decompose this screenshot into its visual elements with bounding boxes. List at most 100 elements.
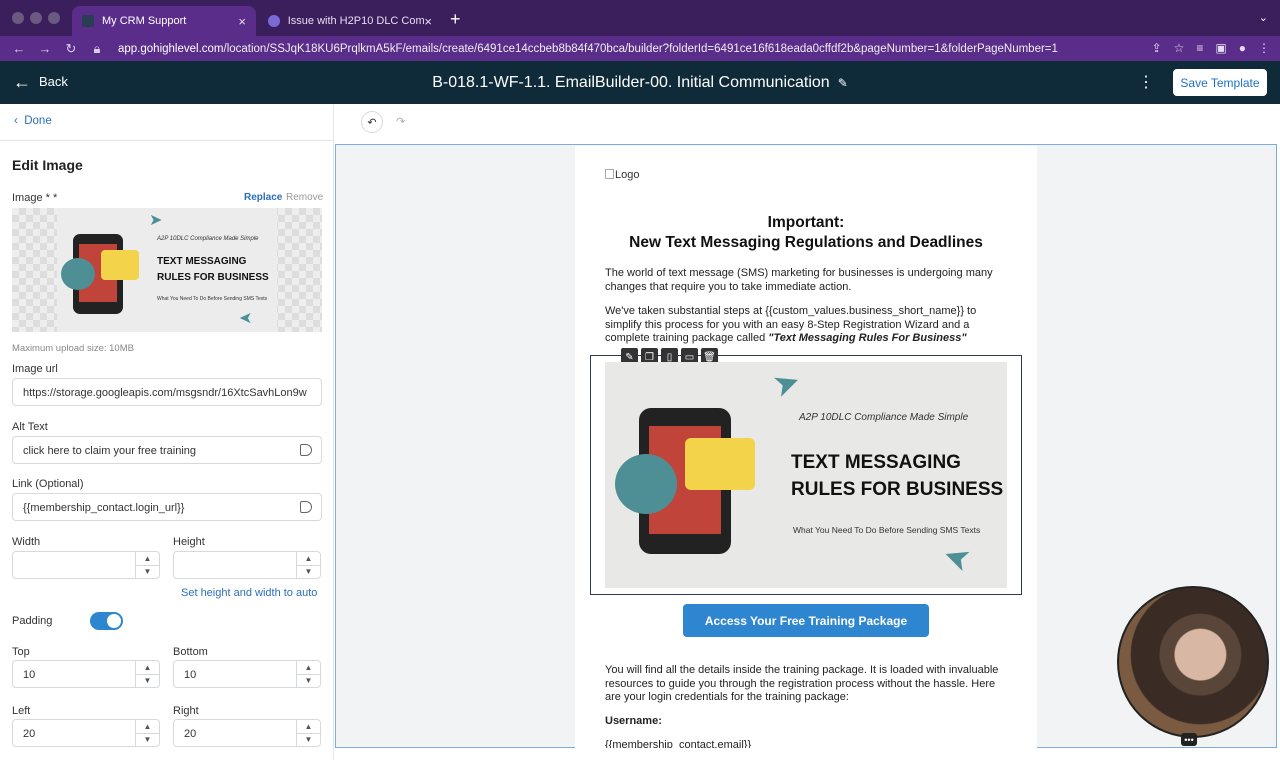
padding-left-value: 20: [23, 728, 36, 740]
hero-title-2: RULES FOR BUSINESS: [791, 479, 1004, 500]
back-arrow-icon[interactable]: ←: [12, 41, 26, 56]
chevron-down-icon[interactable]: ▼: [297, 675, 320, 688]
menu-icon[interactable]: ⋮: [1258, 41, 1270, 55]
profile-icon[interactable]: ●: [1239, 41, 1246, 55]
tag-icon[interactable]: [300, 444, 312, 456]
save-template-button[interactable]: Save Template: [1173, 69, 1267, 96]
selected-image-block[interactable]: ✎ ❐ ▯ ▭ 🗑︎ A2P 10DLC Compliance Made Sim…: [590, 348, 1022, 595]
left-stepper[interactable]: ▲ ▼: [135, 720, 159, 746]
close-tab-icon[interactable]: ×: [424, 14, 432, 29]
right-stepper[interactable]: ▲ ▼: [296, 720, 320, 746]
chevron-down-icon[interactable]: ▼: [136, 566, 159, 579]
logo-alt-text: Logo: [615, 169, 640, 181]
height-stepper[interactable]: ▲ ▼: [296, 552, 320, 578]
email-hero-image[interactable]: A2P 10DLC Compliance Made Simple TEXT ME…: [605, 362, 1007, 588]
chevron-up-icon[interactable]: ▲: [297, 552, 320, 566]
tab-issue[interactable]: Issue with H2P10 DLC Complia ×: [258, 6, 442, 36]
undo-icon[interactable]: ↶: [361, 111, 383, 133]
chevron-up-icon[interactable]: ▲: [136, 720, 159, 734]
username-value[interactable]: {{membership_contact.email}}: [605, 739, 751, 748]
padding-toggle[interactable]: [90, 612, 123, 630]
tab-label: My CRM Support: [102, 15, 187, 27]
chevron-up-icon[interactable]: ▲: [136, 552, 159, 566]
panel-title: Edit Image: [12, 157, 83, 173]
email-paragraph-2[interactable]: We've taken substantial steps at {{custo…: [605, 305, 1005, 346]
width-stepper[interactable]: ▲ ▼: [135, 552, 159, 578]
logo-placeholder[interactable]: Logo: [605, 169, 639, 181]
paper-plane-icon: ➤: [937, 537, 976, 581]
chat-bubble-icon: [685, 438, 755, 490]
chat-bubble-icon: [615, 454, 677, 514]
height-label: Height: [173, 536, 205, 548]
paper-plane-icon: ➤: [767, 361, 806, 405]
chat-bubble-icon: [61, 258, 95, 290]
tag-icon[interactable]: [300, 501, 312, 513]
more-options-icon[interactable]: •••: [1181, 733, 1197, 746]
pencil-icon[interactable]: ✎: [838, 76, 848, 90]
padding-bottom-input[interactable]: 10 ▲ ▼: [173, 660, 321, 688]
browser-tab-bar: My CRM Support × Issue with H2P10 DLC Co…: [0, 0, 1280, 36]
url-field[interactable]: app.gohighlevel.com/location/SSJqK18KU6P…: [118, 43, 1058, 55]
url-domain: app.gohighlevel.com: [118, 42, 224, 55]
chevron-up-icon[interactable]: ▲: [297, 661, 320, 675]
chevron-down-icon[interactable]: ▼: [136, 734, 159, 747]
new-tab-icon[interactable]: +: [450, 9, 461, 30]
email-heading-1[interactable]: Important:: [575, 214, 1037, 232]
top-stepper[interactable]: ▲ ▼: [135, 661, 159, 687]
favicon-icon: [82, 15, 94, 27]
email-paragraph-3[interactable]: You will find all the details inside the…: [605, 664, 1005, 705]
reading-list-icon[interactable]: ≡: [1196, 41, 1203, 55]
chat-bubble-icon: [101, 250, 139, 280]
remove-button[interactable]: Remove: [286, 192, 323, 203]
image-url-input[interactable]: https://storage.googleapis.com/msgsndr/1…: [12, 378, 322, 406]
padding-right-input[interactable]: 20 ▲ ▼: [173, 719, 321, 747]
done-label: Done: [24, 115, 52, 127]
tab-my-crm-support[interactable]: My CRM Support ×: [72, 6, 256, 36]
reload-icon[interactable]: ↻: [64, 41, 78, 57]
bottom-label: Bottom: [173, 646, 208, 658]
alt-text-input[interactable]: click here to claim your free training: [12, 436, 322, 464]
padding-left-input[interactable]: 20 ▲ ▼: [12, 719, 160, 747]
auto-size-link[interactable]: Set height and width to auto: [181, 587, 317, 599]
minimize-window-icon[interactable]: [30, 12, 42, 24]
chevron-up-icon[interactable]: ▲: [297, 720, 320, 734]
edit-panel: ‹ Done Edit Image Image * * Replace Remo…: [0, 104, 334, 760]
close-tab-icon[interactable]: ×: [238, 14, 246, 29]
chevron-up-icon[interactable]: ▲: [136, 661, 159, 675]
link-input[interactable]: {{membership_contact.login_url}}: [12, 493, 322, 521]
done-button[interactable]: ‹ Done: [14, 115, 52, 127]
more-options-icon[interactable]: ⋮: [1138, 72, 1154, 92]
padding-top-input[interactable]: 10 ▲ ▼: [12, 660, 160, 688]
width-input[interactable]: ▲ ▼: [12, 551, 160, 579]
divider: [0, 140, 334, 141]
chevron-down-icon[interactable]: ▼: [136, 675, 159, 688]
forward-arrow-icon[interactable]: →: [38, 41, 52, 56]
padding-bottom-value: 10: [184, 669, 197, 681]
webcam-overlay[interactable]: [1117, 586, 1269, 738]
left-label: Left: [12, 705, 31, 717]
email-heading-2[interactable]: New Text Messaging Regulations and Deadl…: [575, 234, 1037, 252]
star-icon[interactable]: ☆: [1174, 41, 1185, 55]
username-label[interactable]: Username:: [605, 715, 662, 727]
share-icon[interactable]: ⇪: [1152, 41, 1162, 55]
image-preview[interactable]: A2P 10DLC Compliance Made Simple TEXT ME…: [12, 208, 322, 332]
sidebar-icon[interactable]: ▣: [1215, 41, 1226, 55]
replace-button[interactable]: Replace: [244, 192, 282, 203]
image-preview-content: A2P 10DLC Compliance Made Simple TEXT ME…: [57, 208, 277, 332]
favicon-icon: [268, 15, 280, 27]
redo-icon[interactable]: ↷: [396, 115, 405, 128]
close-window-icon[interactable]: [12, 12, 24, 24]
bottom-stepper[interactable]: ▲ ▼: [296, 661, 320, 687]
chevron-down-icon[interactable]: ⌄: [1259, 11, 1268, 24]
padding-right-value: 20: [184, 728, 197, 740]
maximize-window-icon[interactable]: [48, 12, 60, 24]
height-input[interactable]: ▲ ▼: [173, 551, 321, 579]
access-training-button[interactable]: Access Your Free Training Package: [683, 604, 929, 637]
app-header: ← Back B-018.1-WF-1.1. EmailBuilder-00. …: [0, 61, 1280, 104]
alt-text-value: click here to claim your free training: [23, 445, 197, 457]
email-paragraph-1[interactable]: The world of text message (SMS) marketin…: [605, 267, 1005, 294]
thumb-caption: What You Need To Do Before Sending SMS T…: [157, 296, 268, 302]
template-title[interactable]: B-018.1-WF-1.1. EmailBuilder-00. Initial…: [0, 74, 1280, 92]
chevron-down-icon[interactable]: ▼: [297, 566, 320, 579]
chevron-down-icon[interactable]: ▼: [297, 734, 320, 747]
